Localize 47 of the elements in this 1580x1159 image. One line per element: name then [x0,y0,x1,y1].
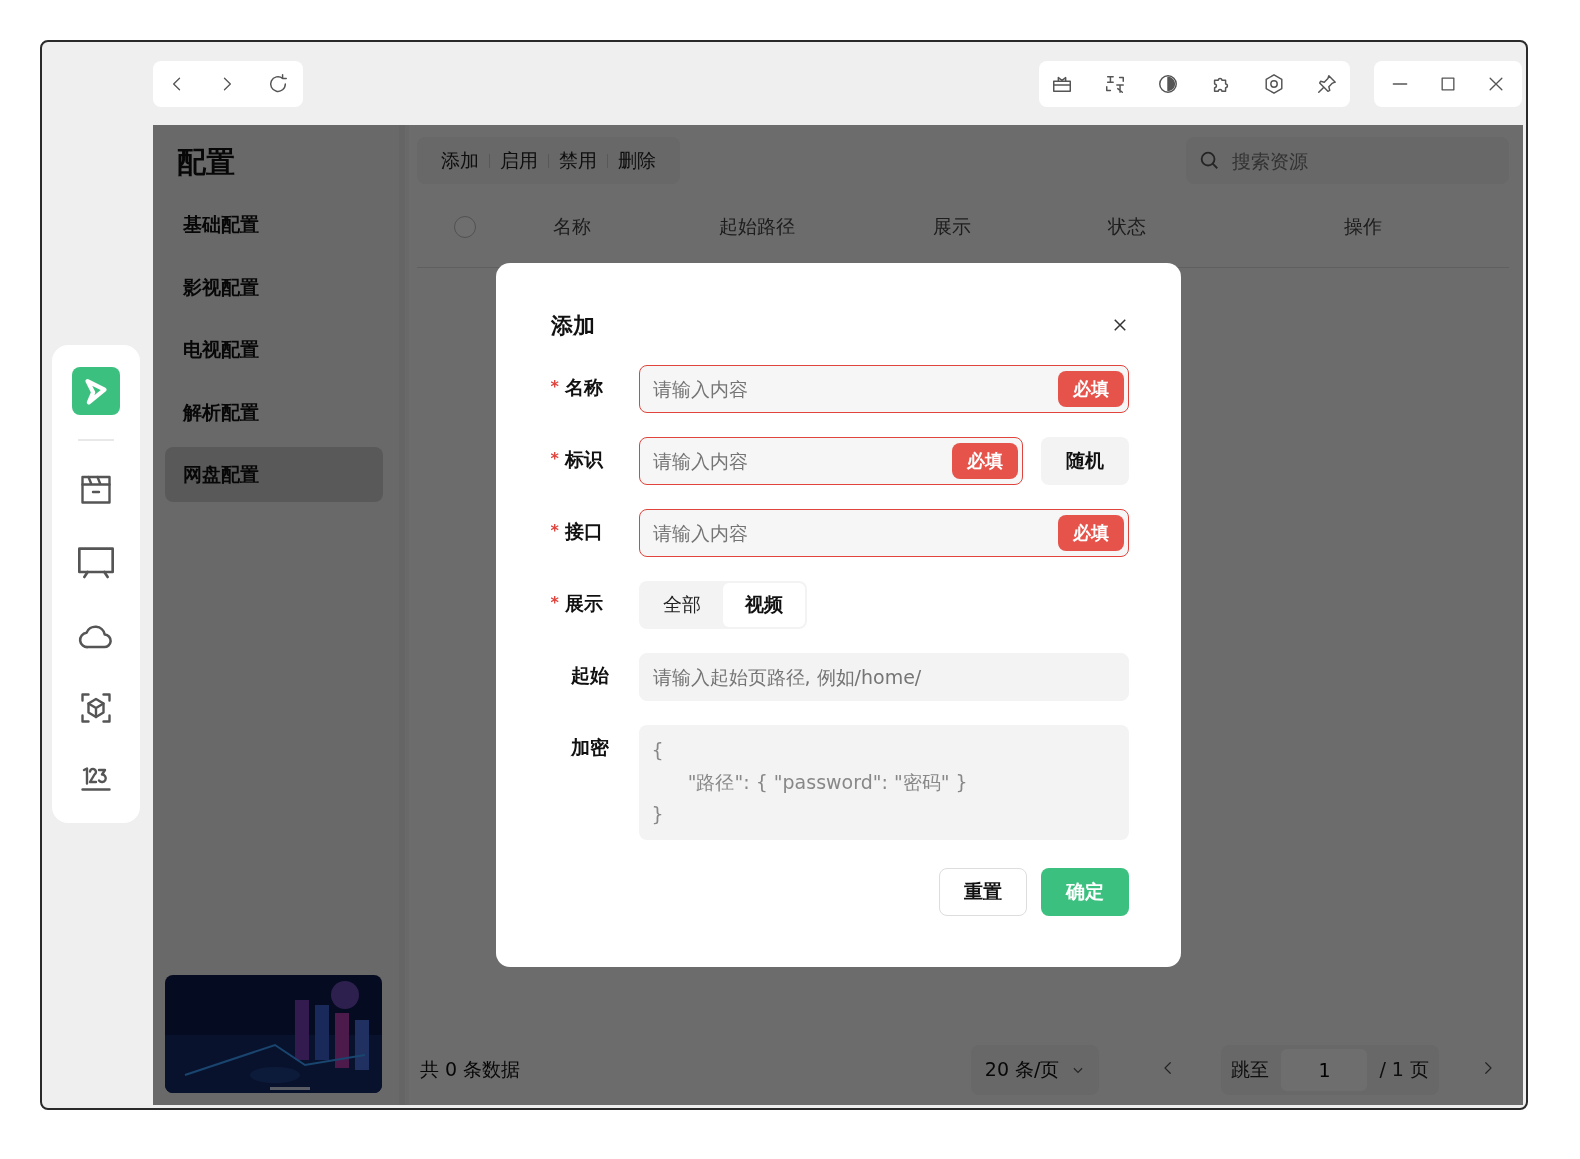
settings-icon[interactable] [1263,72,1285,95]
page-count: / 1 页 [1379,1057,1429,1082]
field-label: 标识 [564,447,603,472]
column-header: 展示 [932,214,972,239]
required-mark: * [550,592,559,614]
menu-item[interactable]: 网盘配置 [165,447,383,502]
required-badge: 必填 [1057,371,1124,407]
random-button[interactable]: 随机 [1040,437,1129,485]
jump-label: 跳至 [1231,1057,1270,1082]
search-icon [1198,149,1220,171]
refresh-icon[interactable] [267,72,289,95]
field-label: 名称 [564,375,603,400]
page-size-select[interactable]: 20 条/页 [970,1045,1100,1095]
confirm-button[interactable]: 确定 [1040,868,1129,916]
field-label: 起始 [570,663,609,688]
column-header: 操作 [1343,214,1383,239]
required-mark: * [550,376,559,398]
reset-button[interactable]: 重置 [938,868,1027,916]
toolbar-action[interactable]: 启用 [490,147,548,174]
menu-item[interactable]: 基础配置 [165,197,383,252]
required-mark: * [550,448,559,470]
field-label: 接口 [564,519,603,544]
textarea-field[interactable]: { "路径": { "password": "密码" } } [638,725,1129,840]
menu-item[interactable]: 解析配置 [165,384,383,440]
menu-item[interactable]: 电视配置 [165,322,383,377]
required-mark: * [550,520,559,542]
select-all-checkbox[interactable] [454,216,476,238]
column-header: 名称 [552,214,592,239]
pin-icon[interactable] [1316,72,1338,95]
page-input[interactable]: 1 [1281,1049,1368,1091]
field-label: 加密 [570,735,609,760]
segment-option[interactable]: 视频 [722,583,805,627]
toolbar-action[interactable]: 删除 [608,147,666,174]
menu-item[interactable]: 影视配置 [165,259,383,315]
total-count: 共 0 条数据 [420,1057,521,1082]
toolbar-action[interactable]: 添加 [431,147,489,174]
required-badge: 必填 [1057,515,1124,551]
toolbar-action[interactable]: 禁用 [549,147,607,174]
column-header: 起始路径 [718,214,796,239]
required-badge: 必填 [951,443,1018,479]
cube-scan-icon[interactable] [78,690,114,726]
field-label: 展示 [564,591,603,616]
dialog-title: 添加 [550,312,595,340]
config-title: 配置 [177,144,236,181]
segment-option[interactable]: 全部 [640,583,723,627]
column-header: 状态 [1107,214,1147,239]
contrast-icon[interactable] [1157,72,1179,95]
